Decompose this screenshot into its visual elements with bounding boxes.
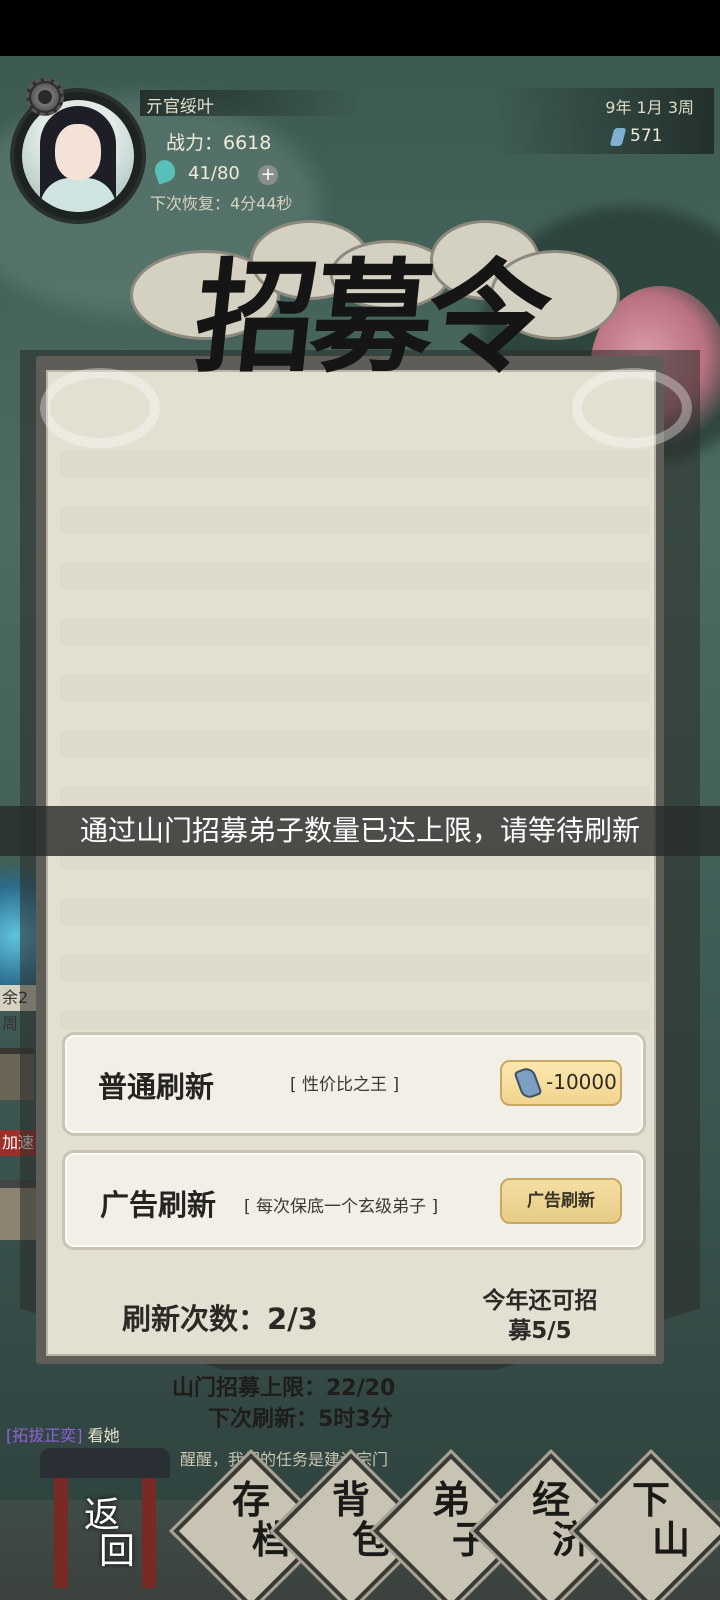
toast-message: 通过山门招募弟子数量已达上限，请等待刷新 <box>79 814 640 847</box>
panel-title: 招募令 <box>188 245 552 389</box>
back-label-2: 回 <box>98 1531 135 1572</box>
option-title: 广告刷新 <box>100 1188 217 1222</box>
player-name: 亓官绥叶 <box>146 97 214 117</box>
game-date: 9年 1月 3周 <box>605 98 694 117</box>
back-label-1: 返 <box>83 1495 120 1536</box>
combat-power: 战力：6618 <box>166 132 272 154</box>
avatar[interactable] <box>22 100 134 212</box>
next-refresh-timer: 下次刷新：5时3分 <box>208 1407 393 1432</box>
add-stamina-button[interactable]: + <box>258 165 278 185</box>
descend-label-2: 山 <box>651 1517 690 1562</box>
refresh-count: 刷新次数：2/3 <box>122 1302 318 1336</box>
stamina-value: 41/80 <box>188 163 240 184</box>
descend-label-1: 下 <box>631 1477 670 1522</box>
chat-speaker: [拓拔正奕] <box>6 1426 83 1445</box>
gear-icon[interactable] <box>26 78 64 116</box>
gem-count: 571 <box>630 126 663 146</box>
recruit-limit: 山门招募上限：22/20 <box>172 1376 396 1401</box>
chat-line[interactable]: [拓拔正奕] 看她 <box>6 1422 120 1446</box>
year-recruit-left-line1: 今年还可招 <box>482 1288 598 1314</box>
normal-refresh-cost[interactable]: -10000 <box>546 1070 617 1094</box>
year-recruit-left: 今年还可招 募5/5 <box>460 1286 620 1346</box>
back-button[interactable]: 返 回 <box>62 1498 142 1570</box>
year-recruit-left-line2: 募5/5 <box>508 1318 572 1344</box>
paper-texture <box>60 450 650 1030</box>
chat-text: 看她 <box>87 1426 120 1445</box>
option-desc: [ 每次保底一个玄级弟子 ] <box>244 1197 439 1217</box>
ad-refresh-button[interactable]: 广告刷新 <box>500 1178 622 1224</box>
descend-label: 下 山 <box>596 1480 706 1560</box>
status-bar <box>0 0 720 56</box>
option-desc: [ 性价比之王 ] <box>290 1075 400 1095</box>
option-title: 普通刷新 <box>98 1070 215 1104</box>
